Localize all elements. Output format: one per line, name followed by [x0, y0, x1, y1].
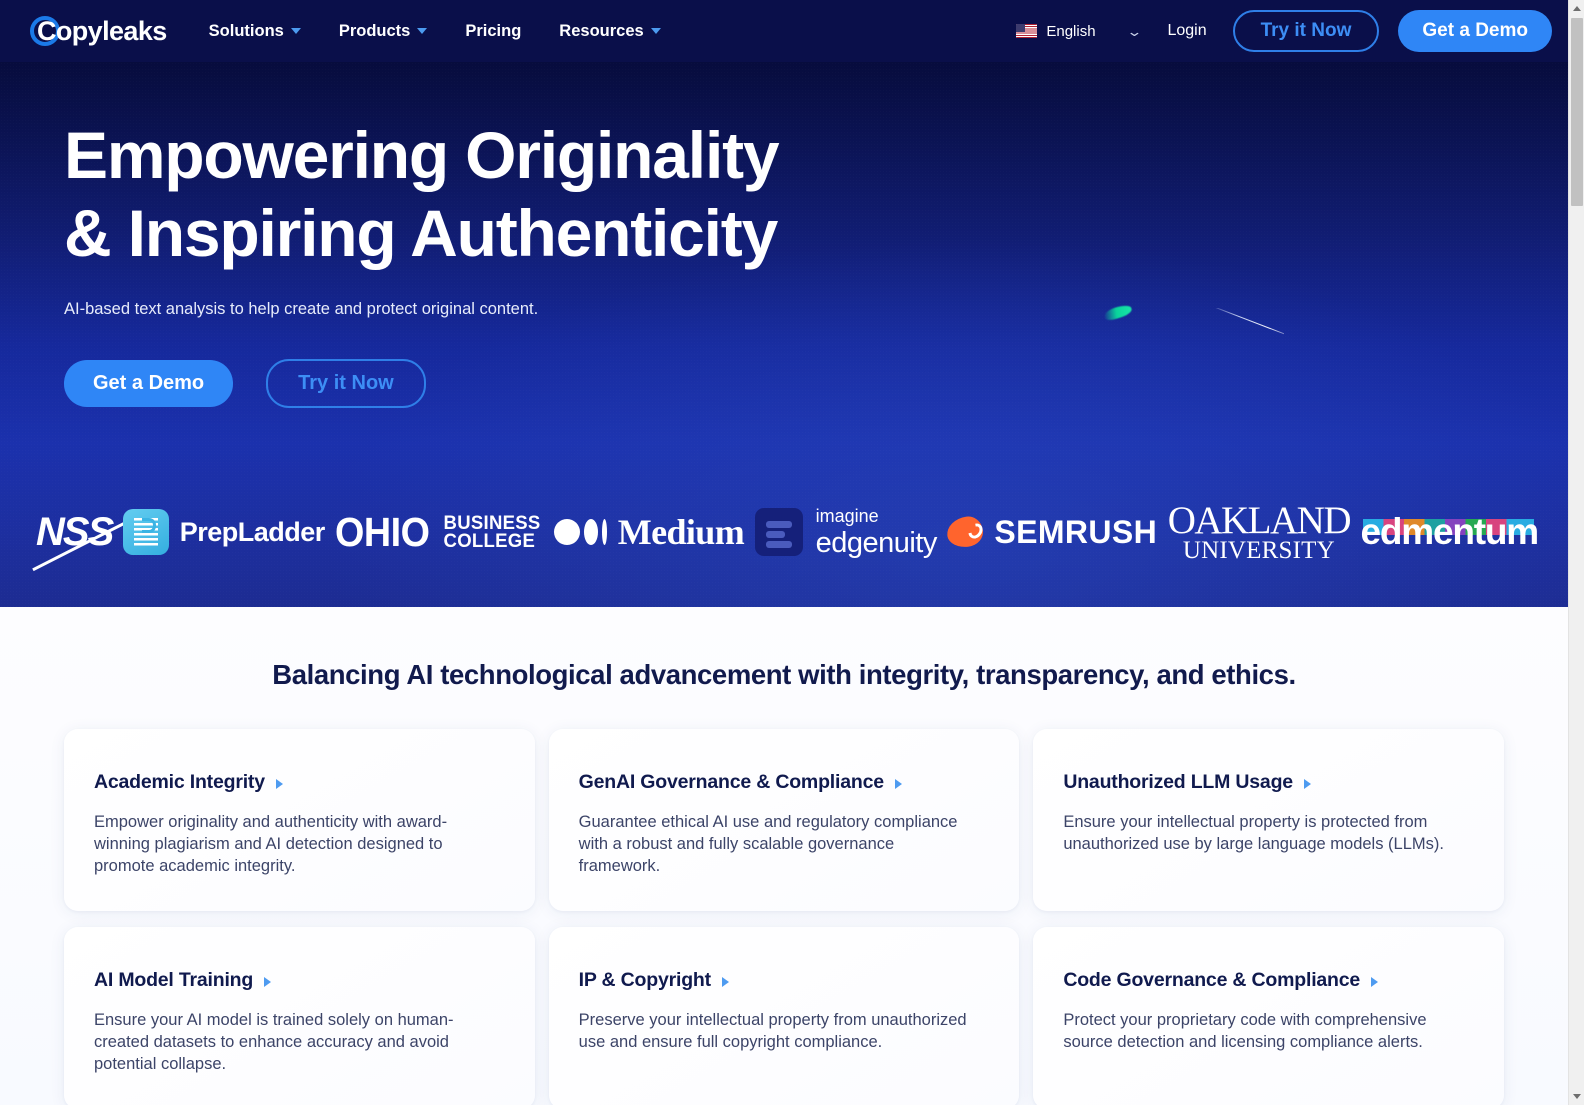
card-description: Protect your proprietary code with compr…: [1063, 1011, 1427, 1051]
medium-dot-small-icon: [601, 519, 607, 545]
top-navigation-bar: Copyleaks Solutions Products Pricing Res…: [0, 0, 1568, 62]
prepladder-logo-text: PrepLadder: [179, 516, 326, 547]
ohio-logo-subtext: BUSINESS COLLEGE: [443, 513, 541, 552]
arrow-right-icon: [1371, 976, 1379, 987]
oakland-logo-line-university: UNIVERSITY: [1182, 537, 1335, 564]
feature-card-ip-copyright[interactable]: IP & Copyright Preserve your intellectua…: [548, 927, 1020, 1105]
nav-item-products[interactable]: Products: [337, 16, 430, 47]
hero-get-a-demo-button[interactable]: Get a Demo: [64, 360, 234, 407]
card-title: IP & Copyright: [578, 969, 711, 991]
login-link[interactable]: Login: [1167, 22, 1206, 40]
medium-logo-text: Medium: [617, 512, 745, 552]
card-description: Guarantee ethical AI use and regulatory …: [578, 813, 958, 875]
feature-card-genai-governance-compliance[interactable]: GenAI Governance & Compliance Guarantee …: [548, 729, 1020, 911]
card-description: Ensure your AI model is trained solely o…: [94, 1011, 454, 1073]
edmentum-logo-text: edmentum: [1360, 511, 1540, 552]
arrow-right-icon: [264, 976, 272, 987]
nav-item-solutions[interactable]: Solutions: [207, 16, 303, 47]
card-header: AI Model Training: [94, 969, 505, 992]
card-title: Academic Integrity: [94, 771, 265, 793]
section-title: Balancing AI technological advancement w…: [272, 659, 1296, 690]
hero-section: Empowering Originality & Inspiring Authe…: [0, 62, 1568, 607]
browser-viewport: Copyleaks Solutions Products Pricing Res…: [0, 0, 1584, 1105]
hero-title: Empowering Originality & Inspiring Authe…: [64, 116, 1568, 272]
feature-card-academic-integrity[interactable]: Academic Integrity Empower originality a…: [64, 729, 535, 911]
card-header: Academic Integrity: [94, 771, 505, 794]
nav-item-pricing-label: Pricing: [465, 21, 522, 40]
brand-name: Copyleaks: [37, 15, 167, 46]
edgenuity-logo-line-imagine: imagine: [815, 505, 879, 526]
language-label: English: [1046, 22, 1096, 40]
arrow-right-icon: [1303, 778, 1311, 789]
chevron-down-icon: ⌄: [1125, 23, 1143, 39]
card-title: AI Model Training: [94, 969, 254, 991]
edmentum-logo-icon: edmentum: [1360, 511, 1540, 553]
try-it-now-button[interactable]: Try it Now: [1232, 10, 1380, 52]
medium-dot-medium-icon: [583, 519, 598, 545]
scroll-up-arrow-icon[interactable]: [1569, 0, 1584, 17]
nav-item-products-label: Products: [338, 21, 411, 40]
hero-content: Empowering Originality & Inspiring Authe…: [0, 62, 1568, 408]
edgenuity-mark-icon: [754, 508, 803, 556]
ohio-logo-line-college: COLLEGE: [443, 530, 536, 552]
oakland-university-logo-icon: OAKLAND UNIVERSITY: [1167, 499, 1352, 564]
copyleaks-logo[interactable]: Copyleaks: [28, 11, 167, 51]
chevron-down-icon: [650, 28, 661, 34]
card-header: Unauthorized LLM Usage: [1063, 771, 1474, 794]
ohio-business-college-logo-icon: OHIO BUSINESS COLLEGE: [335, 509, 543, 556]
prepladder-mark-icon: [122, 509, 169, 555]
nav-item-pricing[interactable]: Pricing: [463, 16, 523, 47]
nav-item-solutions-label: Solutions: [208, 21, 284, 40]
nav-item-resources-label: Resources: [559, 21, 644, 40]
nss-logo-icon: NSS: [32, 510, 145, 571]
nav-item-resources[interactable]: Resources: [557, 16, 662, 47]
primary-nav-links: Solutions Products Pricing Resources: [207, 16, 663, 47]
card-header: Code Governance & Compliance: [1063, 969, 1474, 992]
medium-dot-large-icon: [553, 519, 580, 545]
arrow-right-icon: [894, 778, 902, 789]
hero-try-it-now-button[interactable]: Try it Now: [266, 359, 426, 408]
hero-title-line-2: & Inspiring Authenticity: [64, 196, 778, 270]
card-title: Unauthorized LLM Usage: [1063, 771, 1293, 793]
hero-cta-group: Get a Demo Try it Now: [64, 359, 1568, 408]
card-description: Preserve your intellectual property from…: [578, 1011, 967, 1051]
feature-card-unauthorized-llm-usage[interactable]: Unauthorized LLM Usage Ensure your intel…: [1033, 729, 1504, 911]
imagine-edgenuity-logo-icon: imagine edgenuity: [754, 505, 938, 559]
arrow-right-icon: [721, 976, 729, 987]
card-description: Empower originality and authenticity wit…: [94, 813, 448, 875]
hero-subtitle: AI-based text analysis to help create an…: [64, 300, 539, 318]
card-description: Ensure your intellectual property is pro…: [1063, 813, 1444, 853]
edgenuity-logo-line-edgenuity: edgenuity: [815, 526, 938, 559]
scroll-down-arrow-icon[interactable]: [1569, 1088, 1584, 1105]
semrush-mark-icon: [945, 514, 986, 550]
page-content: Copyleaks Solutions Products Pricing Res…: [0, 0, 1568, 1105]
feature-card-ai-model-training[interactable]: AI Model Training Ensure your AI model i…: [64, 927, 535, 1105]
chevron-down-icon: [290, 28, 301, 34]
ohio-logo-text: OHIO: [335, 508, 430, 555]
feature-section: Balancing AI technological advancement w…: [0, 607, 1568, 1105]
card-header: IP & Copyright: [579, 969, 990, 992]
card-title: GenAI Governance & Compliance: [578, 771, 884, 793]
feature-card-code-governance-compliance[interactable]: Code Governance & Compliance Protect you…: [1033, 927, 1504, 1105]
language-selector[interactable]: English ⌄: [1016, 22, 1143, 40]
arrow-right-icon: [275, 778, 283, 789]
semrush-logo-text: SEMRUSH: [994, 513, 1158, 550]
vertical-scrollbar[interactable]: [1568, 0, 1584, 1105]
prepladder-logo-icon: PrepLadder: [122, 509, 326, 555]
get-a-demo-button[interactable]: Get a Demo: [1398, 10, 1552, 52]
scrollbar-thumb[interactable]: [1571, 18, 1583, 206]
hero-title-line-1: Empowering Originality: [64, 118, 780, 192]
nav-right-cluster: English ⌄ Login Try it Now Get a Demo: [1016, 10, 1552, 52]
semrush-logo-icon: SEMRUSH: [945, 513, 1158, 551]
medium-logo-icon: Medium: [553, 511, 745, 553]
feature-card-grid: Academic Integrity Empower originality a…: [0, 729, 1568, 1105]
card-header: GenAI Governance & Compliance: [579, 771, 990, 794]
us-flag-icon: [1016, 24, 1038, 38]
customer-logo-strip: NSS PrepLadder OHIO BUSINESS COLLEGE Med…: [0, 495, 1568, 571]
chevron-down-icon: [417, 28, 428, 34]
edgenuity-logo-text: imagine edgenuity: [815, 505, 938, 559]
card-title: Code Governance & Compliance: [1063, 969, 1361, 991]
oakland-logo-line-oakland: OAKLAND: [1167, 499, 1352, 542]
